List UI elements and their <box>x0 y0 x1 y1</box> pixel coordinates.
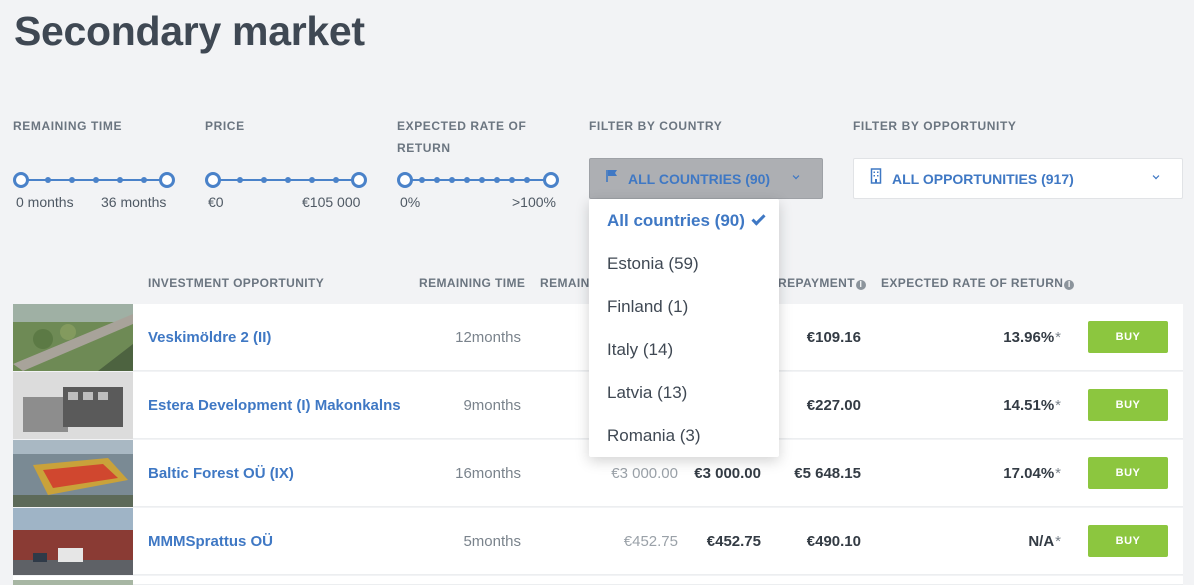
slider-tick <box>237 177 243 183</box>
slider-max-handle[interactable] <box>543 172 559 188</box>
rate-label: EXPECTED RATE OF RETURN <box>397 115 526 159</box>
rate-min: 0% <box>400 194 421 210</box>
header-repayment[interactable]: REPAYMENT i <box>778 276 866 290</box>
price-label: PRICE <box>205 119 245 133</box>
rate-asterisk: * <box>1055 465 1061 482</box>
rate-slider[interactable] <box>397 170 560 190</box>
country-option[interactable]: Estonia (59) <box>589 242 779 285</box>
slider-tick <box>45 177 51 183</box>
country-option[interactable]: Romania (3) <box>589 414 779 457</box>
rate-cell: 14.51% * <box>13 372 1061 439</box>
slider-tick <box>524 177 530 183</box>
slider-tick <box>93 177 99 183</box>
rate-label-line1: EXPECTED RATE OF <box>397 119 527 133</box>
header-remaining-time[interactable]: REMAINING TIME <box>419 276 525 290</box>
country-option-label: All countries (90) <box>607 210 745 230</box>
flag-icon <box>606 169 618 188</box>
header-repayment-text: REPAYMENT <box>778 276 855 290</box>
buy-button[interactable]: BUY <box>1088 525 1168 557</box>
header-rate-text: EXPECTED RATE OF RETURN <box>881 276 1064 290</box>
slider-tick <box>479 177 485 183</box>
info-icon[interactable]: i <box>855 280 866 290</box>
price-slider[interactable] <box>205 170 368 190</box>
country-option[interactable]: Italy (14) <box>589 328 779 371</box>
rate-asterisk: * <box>1055 329 1061 346</box>
building-icon <box>870 168 882 189</box>
rate-value: 14.51% <box>1003 397 1055 414</box>
table-row[interactable]: MMMSprattus OÜ 5months €452.75 €452.75 €… <box>13 508 1183 575</box>
slider-tick <box>261 177 267 183</box>
buy-button[interactable]: BUY <box>1088 389 1168 421</box>
remaining-time-slider[interactable] <box>13 170 176 190</box>
country-dropdown-menu: All countries (90) Estonia (59) Finland … <box>589 199 779 457</box>
slider-tick <box>449 177 455 183</box>
remaining-time-min: 0 months <box>16 194 74 210</box>
opportunity-select-value: ALL OPPORTUNITIES (917) <box>892 170 1074 187</box>
slider-min-handle[interactable] <box>205 172 221 188</box>
buy-button[interactable]: BUY <box>1088 321 1168 353</box>
remaining-time-label: REMAINING TIME <box>13 119 123 133</box>
slider-tick <box>141 177 147 183</box>
rate-cell: 17.04% * <box>13 440 1061 507</box>
remaining-time-max: 36 months <box>101 194 167 210</box>
slider-tick <box>117 177 123 183</box>
slider-tick <box>464 177 470 183</box>
header-expected-rate[interactable]: EXPECTED RATE OF RETURN i <box>881 276 1075 290</box>
info-icon[interactable]: i <box>1064 280 1075 290</box>
slider-min-handle[interactable] <box>397 172 413 188</box>
price-min: €0 <box>208 194 224 210</box>
page-title: Secondary market <box>14 8 365 54</box>
country-filter-label: FILTER BY COUNTRY <box>589 119 723 133</box>
rate-asterisk: * <box>1055 533 1061 550</box>
slider-min-handle[interactable] <box>13 172 29 188</box>
country-option[interactable]: Finland (1) <box>589 285 779 328</box>
opportunity-filter-label: FILTER BY OPPORTUNITY <box>853 119 1017 133</box>
buy-button[interactable]: BUY <box>1088 457 1168 489</box>
slider-tick <box>69 177 75 183</box>
header-investment-opportunity[interactable]: INVESTMENT OPPORTUNITY <box>148 276 324 290</box>
slider-max-handle[interactable] <box>351 172 367 188</box>
country-option[interactable]: All countries (90) <box>589 199 779 242</box>
rate-asterisk: * <box>1055 397 1061 414</box>
opportunity-select[interactable]: ALL OPPORTUNITIES (917) <box>853 158 1183 199</box>
price-max: €105 000 <box>302 194 361 210</box>
opportunity-thumbnail[interactable] <box>13 576 133 585</box>
rate-cell: 13.96% * <box>13 304 1061 371</box>
slider-tick <box>434 177 440 183</box>
table-row[interactable] <box>13 576 1183 585</box>
chevron-down-icon <box>792 172 800 180</box>
slider-tick <box>494 177 500 183</box>
rate-value: 17.04% <box>1003 465 1055 482</box>
country-option[interactable]: Latvia (13) <box>589 371 779 414</box>
checkmark-icon <box>751 211 766 226</box>
slider-tick <box>285 177 291 183</box>
header-remaining[interactable]: REMAIN <box>540 276 590 290</box>
rate-max: >100% <box>512 194 556 210</box>
slider-tick <box>419 177 425 183</box>
rate-cell: N/A * <box>13 508 1061 575</box>
slider-tick <box>309 177 315 183</box>
rate-value: 13.96% <box>1003 329 1055 346</box>
slider-max-handle[interactable] <box>159 172 175 188</box>
chevron-down-icon <box>1152 172 1160 180</box>
rate-value: N/A <box>1028 533 1055 550</box>
rate-label-line2: RETURN <box>397 141 451 155</box>
slider-tick <box>509 177 515 183</box>
country-select-value: ALL COUNTRIES (90) <box>628 170 771 187</box>
country-select[interactable]: ALL COUNTRIES (90) <box>589 158 823 199</box>
slider-tick <box>333 177 339 183</box>
